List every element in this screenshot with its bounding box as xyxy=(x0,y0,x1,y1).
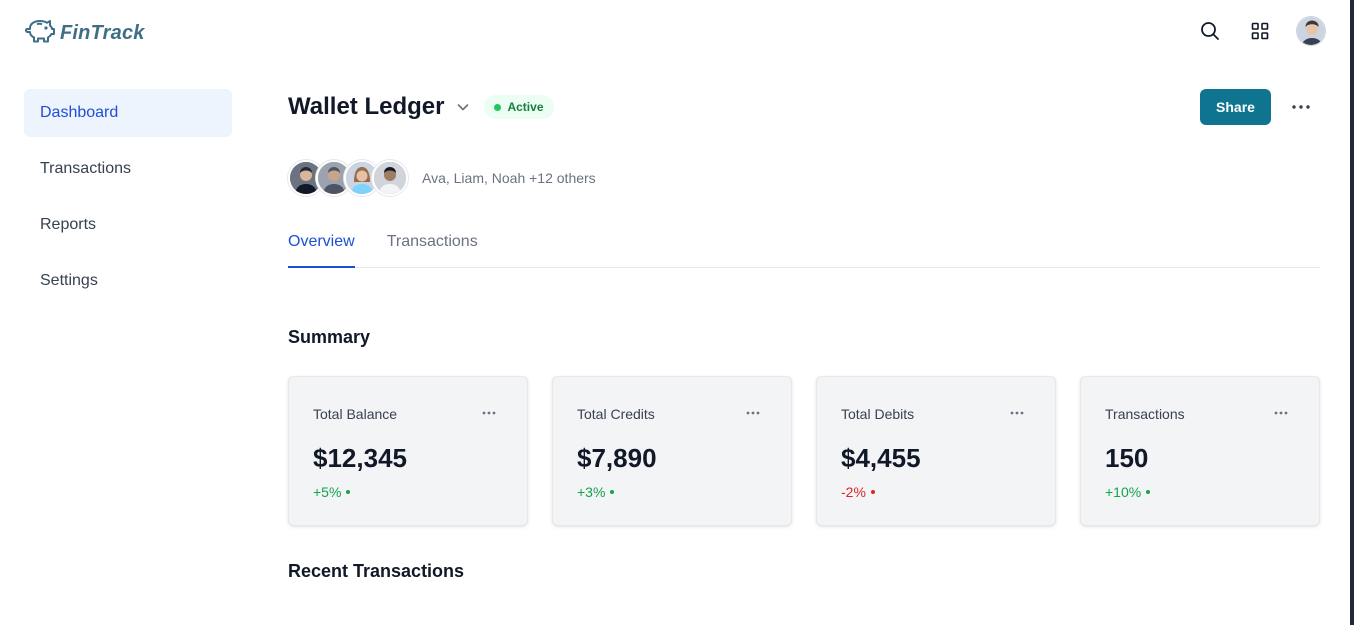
card-label: Total Balance xyxy=(313,406,398,422)
page-title: Wallet Ledger xyxy=(288,93,445,120)
more-options-icon[interactable] xyxy=(743,405,763,421)
card-value: 150 xyxy=(1105,443,1149,473)
summary-card-total-credits: Total Credits $7,890 +3% xyxy=(552,376,792,526)
card-change-text: +3% xyxy=(577,484,606,500)
more-options-icon[interactable] xyxy=(1288,93,1314,121)
share-button[interactable]: Share xyxy=(1200,89,1271,125)
trend-dot-icon xyxy=(610,490,615,494)
app-logo[interactable]: FinTrack xyxy=(24,16,145,51)
more-options-icon[interactable] xyxy=(479,405,499,421)
avatar-stack[interactable] xyxy=(288,160,408,196)
card-change-text: -2% xyxy=(841,484,866,500)
tab-bar: Overview Transactions xyxy=(288,229,1320,268)
more-options-icon[interactable] xyxy=(1271,405,1291,421)
chevron-down-icon[interactable] xyxy=(456,100,470,114)
card-change: +5% xyxy=(313,484,351,500)
window-edge xyxy=(1350,0,1354,625)
status-label: Active xyxy=(507,100,544,114)
title-row: Wallet Ledger Active xyxy=(288,89,1320,125)
card-change-text: +5% xyxy=(313,484,342,500)
summary-card-total-debits: Total Debits $4,455 -2% xyxy=(816,376,1056,526)
summary-card-transactions: Transactions 150 +10% xyxy=(1080,376,1320,526)
trend-dot-icon xyxy=(1146,490,1151,494)
sidebar-item-transactions[interactable]: Transactions xyxy=(24,145,232,193)
trend-dot-icon xyxy=(870,490,875,494)
sidebar-item-settings[interactable]: Settings xyxy=(24,257,232,305)
card-value: $4,455 xyxy=(841,443,921,473)
sidebar: Dashboard Transactions Reports Settings xyxy=(24,89,232,313)
card-value: $12,345 xyxy=(313,443,407,473)
grid-icon[interactable] xyxy=(1246,17,1274,45)
card-change-text: +10% xyxy=(1105,484,1142,500)
avatar xyxy=(372,160,408,196)
trend-dot-icon xyxy=(346,490,351,494)
piggy-bank-icon xyxy=(24,16,56,51)
card-label: Total Credits xyxy=(577,406,655,422)
status-dot-icon xyxy=(494,103,502,111)
user-avatar[interactable] xyxy=(1296,16,1326,46)
summary-title: Summary xyxy=(288,327,371,347)
summary-cards: Total Balance $12,345 +5% Total Credits … xyxy=(288,376,1320,526)
search-icon[interactable] xyxy=(1196,17,1224,45)
tab-transactions[interactable]: Transactions xyxy=(387,229,478,268)
more-options-icon[interactable] xyxy=(1007,405,1027,421)
card-label: Total Debits xyxy=(841,406,915,422)
recent-transactions-title: Recent Transactions xyxy=(288,561,465,581)
sidebar-item-dashboard[interactable]: Dashboard xyxy=(24,89,232,137)
summary-card-total-balance: Total Balance $12,345 +5% xyxy=(288,376,528,526)
status-badge: Active xyxy=(484,95,554,119)
card-label: Transactions xyxy=(1105,406,1185,422)
app-name: FinTrack xyxy=(60,22,145,44)
members-row[interactable]: Ava, Liam, Noah +12 others xyxy=(288,159,596,197)
card-change: +3% xyxy=(577,484,615,500)
sidebar-item-reports[interactable]: Reports xyxy=(24,201,232,249)
tab-overview[interactable]: Overview xyxy=(288,229,355,268)
top-bar: FinTrack xyxy=(0,0,1354,62)
card-change: +10% xyxy=(1105,484,1151,500)
card-change: -2% xyxy=(841,484,875,500)
card-value: $7,890 xyxy=(577,443,657,473)
members-text[interactable]: Ava, Liam, Noah +12 others xyxy=(422,170,596,186)
